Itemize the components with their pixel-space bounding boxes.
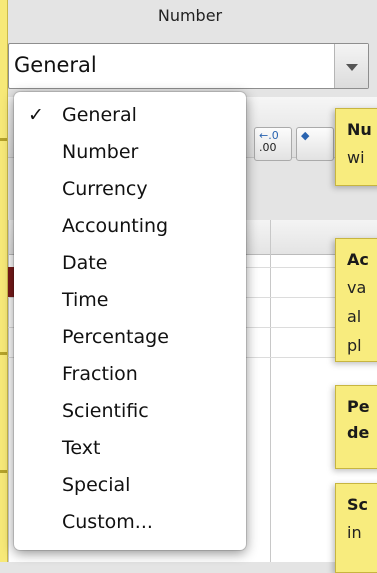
- menu-item-label: General: [62, 104, 137, 126]
- callout-line: Pe: [347, 397, 370, 416]
- strip-marker: [0, 352, 7, 355]
- menu-item-label: Number: [62, 141, 139, 163]
- callout-line: va: [347, 278, 367, 297]
- menu-item-text[interactable]: Text: [14, 433, 246, 467]
- menu-item-label: Text: [62, 437, 101, 459]
- menu-item-label: Scientific: [62, 400, 149, 422]
- menu-item-time[interactable]: Time: [14, 285, 246, 319]
- increase-decimal-icon: ←.0.00: [259, 129, 279, 154]
- callout-line: Nu: [347, 120, 372, 139]
- decrease-decimal-icon: ◆: [301, 129, 310, 142]
- callout-number-formats: Nu wi: [335, 108, 377, 186]
- menu-item-date[interactable]: Date: [14, 248, 246, 282]
- menu-item-special[interactable]: Special: [14, 470, 246, 504]
- menu-item-label: Currency: [62, 178, 148, 200]
- menu-item-label: Percentage: [62, 326, 169, 348]
- menu-item-label: Custom...: [62, 511, 153, 533]
- chevron-down-icon[interactable]: [334, 44, 368, 88]
- decrease-decimal-button[interactable]: ◆: [296, 127, 334, 161]
- menu-item-label: Fraction: [62, 363, 138, 385]
- callout-scientific: Sc in: [335, 483, 377, 573]
- left-callout-strip: [0, 0, 8, 562]
- menu-item-custom[interactable]: Custom...: [14, 507, 246, 541]
- increase-decimal-button[interactable]: ←.0.00: [254, 127, 292, 161]
- menu-item-general[interactable]: ✓ General: [14, 100, 246, 134]
- menu-item-label: Special: [62, 474, 131, 496]
- number-format-value: General: [14, 53, 97, 77]
- grid-line: [270, 220, 271, 562]
- callout-line: de: [347, 423, 370, 442]
- callout-line: wi: [347, 148, 365, 167]
- callout-line: al: [347, 307, 362, 326]
- menu-item-percentage[interactable]: Percentage: [14, 322, 246, 356]
- menu-item-label: Accounting: [62, 215, 169, 237]
- menu-item-label: Time: [62, 289, 109, 311]
- menu-item-number[interactable]: Number: [14, 137, 246, 171]
- callout-line: pl: [347, 336, 362, 355]
- checkmark-icon: ✓: [28, 104, 44, 126]
- menu-item-accounting[interactable]: Accounting: [14, 211, 246, 245]
- strip-marker: [0, 470, 7, 473]
- callout-line: Sc: [347, 495, 369, 514]
- menu-item-fraction[interactable]: Fraction: [14, 359, 246, 393]
- menu-item-label: Date: [62, 252, 108, 274]
- number-group-title: Number: [157, 6, 223, 25]
- number-format-dropdown-menu: ✓ General Number Currency Accounting Dat…: [14, 92, 246, 550]
- strip-marker: [0, 138, 7, 141]
- callout-percentage: Pe de: [335, 385, 377, 469]
- callout-line: in: [347, 523, 362, 542]
- number-format-select[interactable]: General: [8, 43, 369, 89]
- menu-item-currency[interactable]: Currency: [14, 174, 246, 208]
- callout-accounting: Ac va al pl: [335, 238, 377, 362]
- menu-item-scientific[interactable]: Scientific: [14, 396, 246, 430]
- callout-line: Ac: [347, 250, 369, 269]
